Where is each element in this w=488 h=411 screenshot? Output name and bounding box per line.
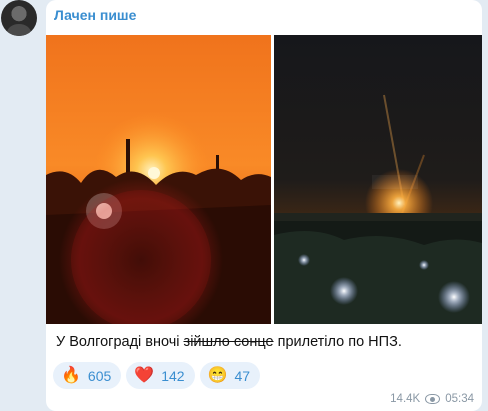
message-bubble: Лачен пише У Волгограді вночі зійшло сон… [46, 0, 482, 411]
grin-emoji-icon: 😁 [207, 366, 228, 384]
author-name[interactable]: Лачен пише [54, 7, 136, 23]
caption-end: прилетіло по НПЗ. [273, 334, 402, 350]
post-caption: У Волгограді вночі зійшло сонце прилетіл… [56, 334, 402, 350]
message-time: 05:34 [445, 393, 474, 405]
fire-emoji-icon: 🔥 [61, 366, 81, 384]
photo-sunset-image [46, 35, 271, 324]
reaction-count: 47 [234, 367, 251, 384]
message-meta: 14.4K 05:34 [390, 393, 474, 405]
photo-sunset-refinery-fire[interactable] [46, 35, 271, 324]
photo-night-image [274, 35, 482, 324]
heart-emoji-icon: ❤️ [134, 366, 155, 384]
reaction-heart[interactable]: ❤️ 142 [126, 362, 195, 389]
author-avatar[interactable] [1, 0, 37, 36]
photo-night-refinery-fire[interactable] [274, 35, 482, 324]
caption-start: У Волгограді вночі [56, 334, 184, 350]
eye-icon [425, 394, 441, 404]
reaction-count: 142 [161, 367, 185, 384]
view-count: 14.4K [390, 393, 421, 405]
reaction-count: 605 [87, 367, 112, 384]
caption-strikethrough: зійшло сонце [183, 334, 274, 350]
reaction-grin[interactable]: 😁 47 [199, 362, 261, 389]
reaction-fire[interactable]: 🔥 605 [53, 362, 122, 389]
reactions-bar: 🔥 605 ❤️ 142 😁 47 [53, 362, 261, 389]
